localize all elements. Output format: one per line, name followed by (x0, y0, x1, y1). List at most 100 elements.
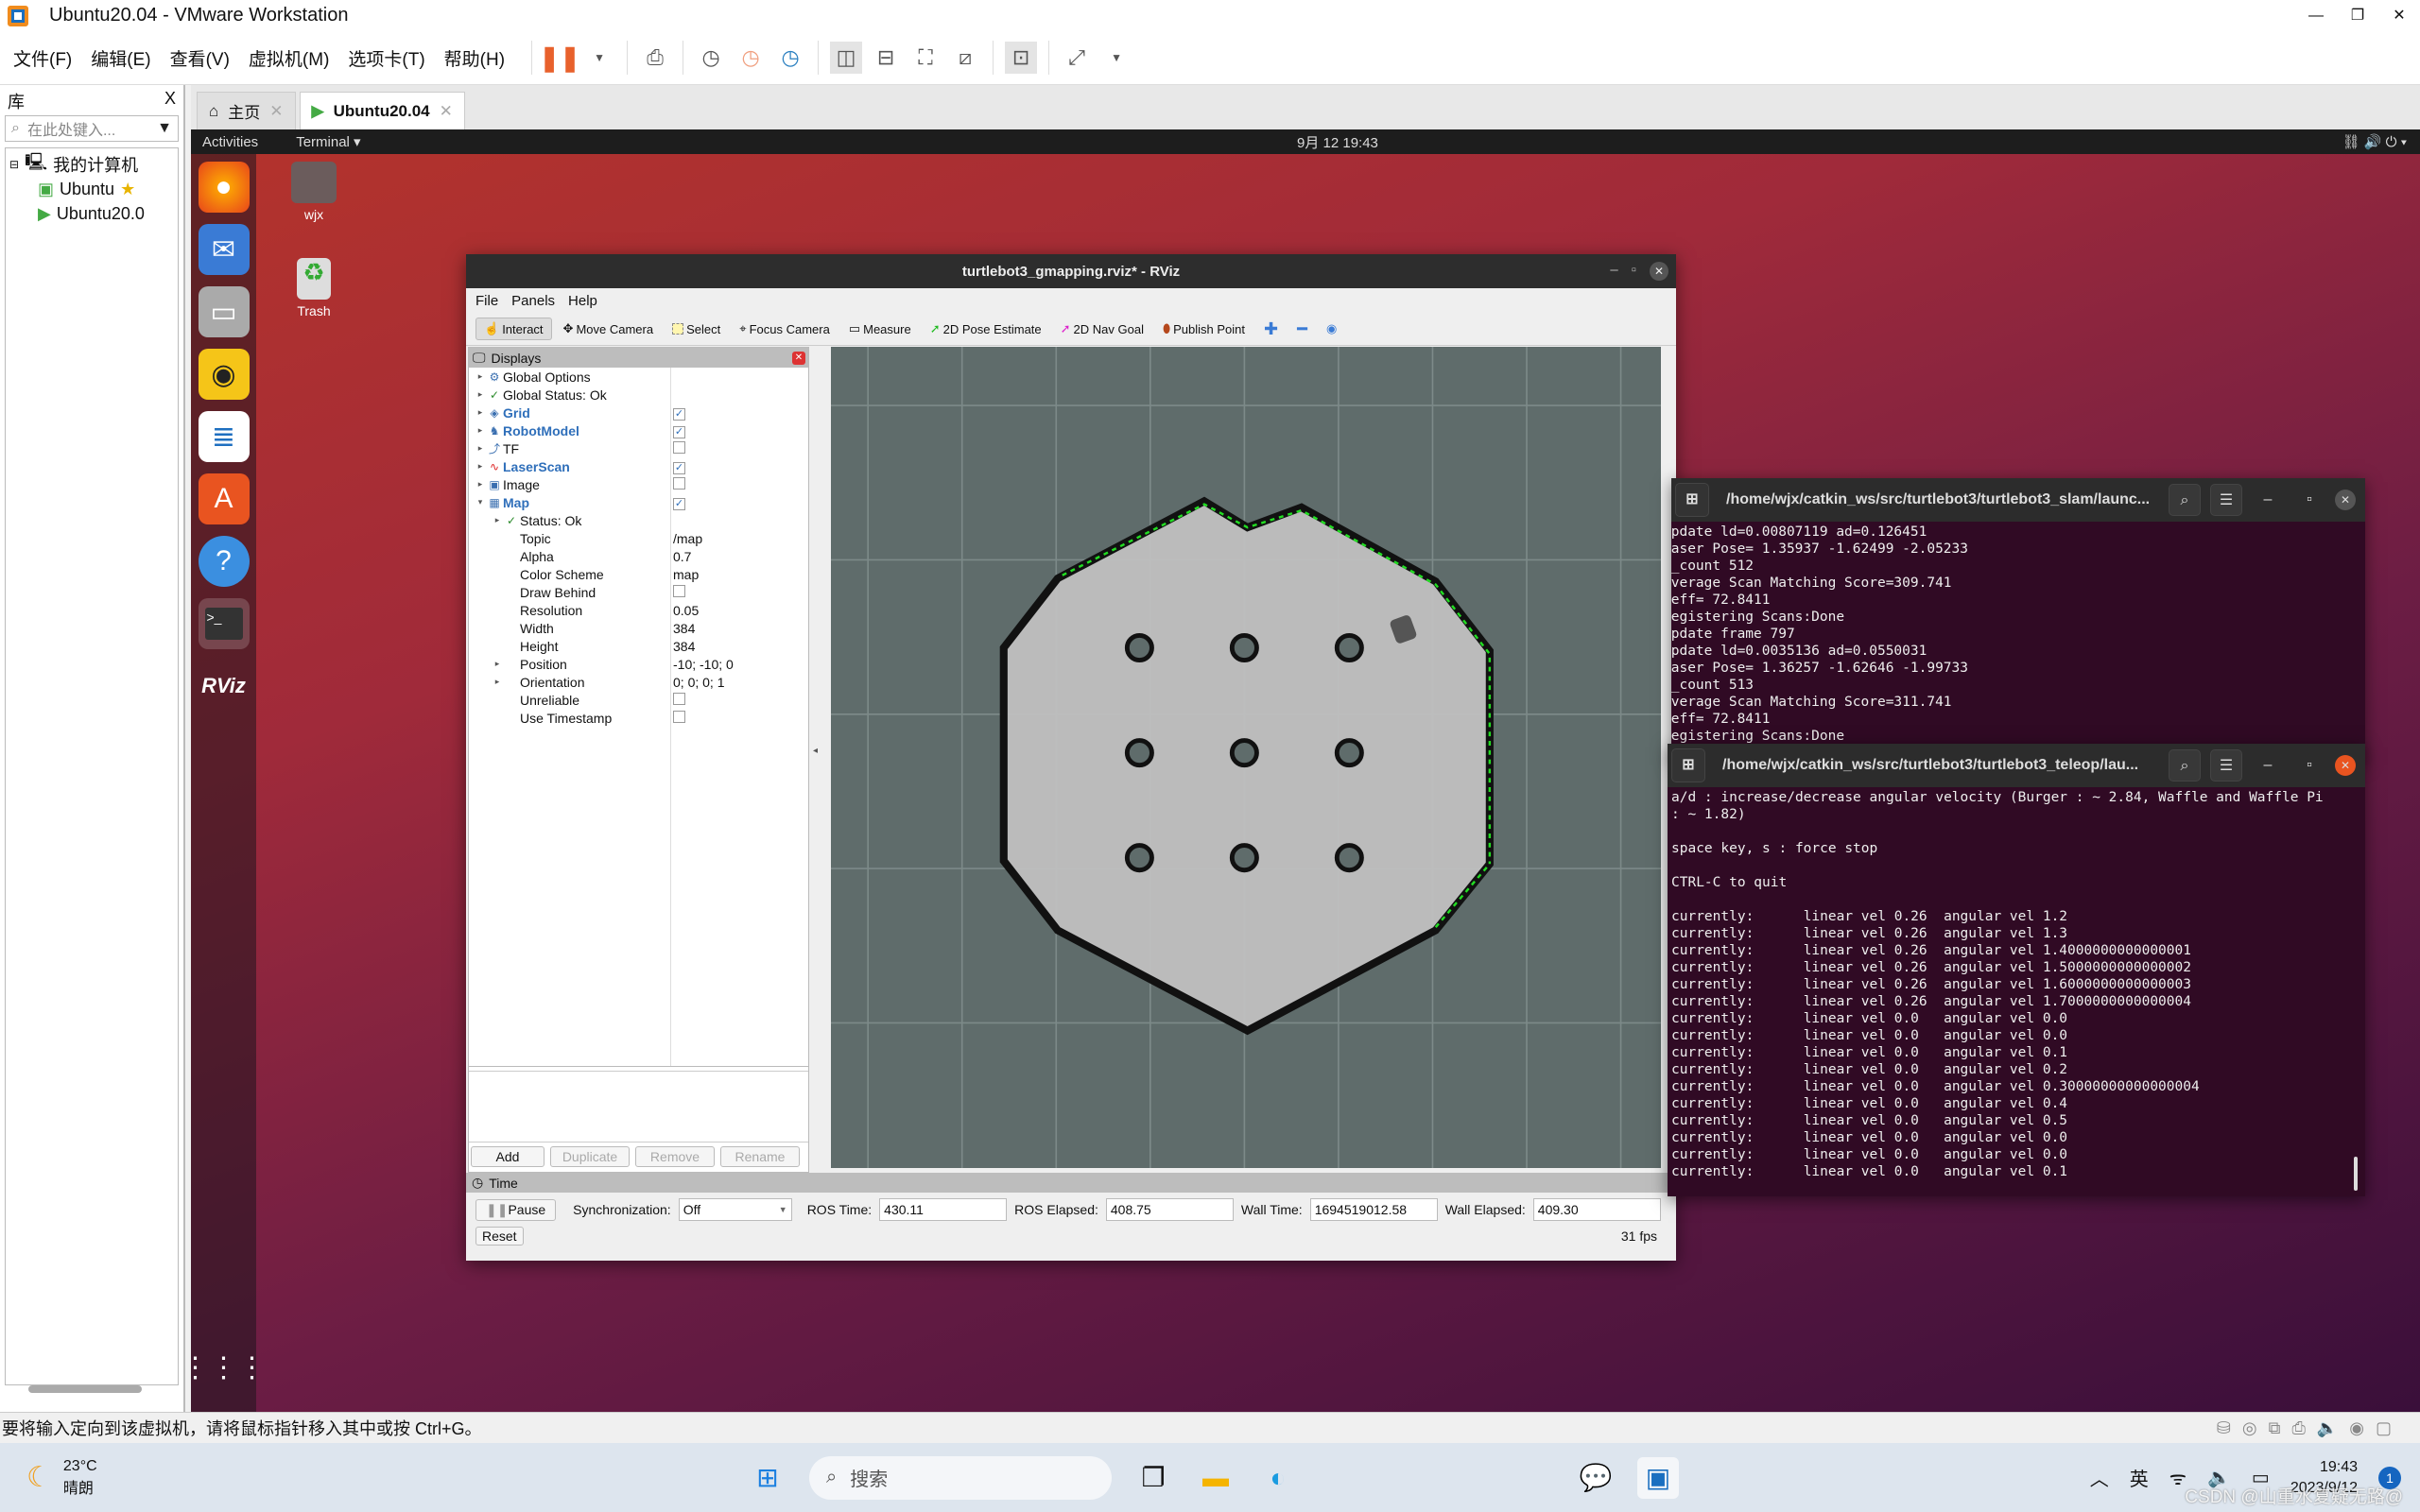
expander-icon[interactable]: ▾ (475, 497, 486, 507)
add-button[interactable]: Add (471, 1146, 544, 1167)
tree-item-ubuntu2004[interactable]: ▶ Ubuntu20.0 (9, 201, 174, 226)
display-row[interactable]: Color Scheme map (469, 565, 808, 583)
ros-elapsed-field[interactable]: 408.75 (1105, 1198, 1234, 1221)
activities-button[interactable]: Activities (202, 134, 258, 150)
display-row[interactable]: Alpha 0.7 (469, 547, 808, 565)
menu-view[interactable]: 查看(V) (170, 45, 230, 71)
terminal-icon[interactable]: >_ (198, 598, 250, 649)
pause-icon[interactable]: ❚❚ (539, 42, 580, 74)
maximize-button[interactable]: ▫ (2293, 749, 2325, 782)
firefox-icon[interactable]: ● (198, 162, 250, 213)
display-row[interactable]: ▸ Position -10; -10; 0 (469, 655, 808, 673)
display-row[interactable]: Use Timestamp (469, 709, 808, 727)
tool-move-camera[interactable]: ✥ Move Camera (556, 318, 662, 339)
close-button[interactable]: ✕ (1650, 262, 1668, 281)
snapshot-icon[interactable]: ◷ (695, 42, 727, 74)
search-icon[interactable]: ⌕ (2169, 749, 2201, 782)
display-row[interactable]: ▸ Orientation 0; 0; 0; 1 (469, 673, 808, 691)
new-tab-icon[interactable]: ⊞ (1671, 748, 1705, 782)
stretch-icon[interactable]: ⤢ (1061, 42, 1093, 74)
display-row[interactable]: ▸ ✓ Status: Ok (469, 511, 808, 529)
revert-snapshot-icon[interactable]: ◷ (735, 42, 767, 74)
terminal-slam[interactable]: ⊞ /home/wjx/catkin_ws/src/turtlebot3/turt… (1671, 478, 2365, 762)
printer-icon[interactable]: ⎙ (2291, 1418, 2305, 1438)
sound-icon[interactable]: 🔈 (2317, 1418, 2338, 1438)
panel-close-icon[interactable]: ✕ (792, 351, 805, 365)
desktop-icon-home[interactable]: wjx (276, 162, 352, 222)
checkbox[interactable]: ✓ (673, 498, 685, 510)
expander-icon[interactable]: ▸ (475, 407, 486, 418)
thumbnail-view-icon[interactable]: ⊟ (870, 42, 902, 74)
tree-item-ubuntu[interactable]: ▣ Ubuntu ★ (9, 177, 174, 201)
system-tray-icon[interactable]: ⛓ 🔊 ⏻ ▾ (2342, 133, 2407, 150)
menu-file[interactable]: 文件(F) (13, 45, 72, 71)
notes-icon[interactable]: ▢ (2376, 1418, 2392, 1438)
wall-elapsed-field[interactable]: 409.30 (1532, 1198, 1661, 1221)
tab-ubuntu2004[interactable]: ▶ Ubuntu20.04 ✕ (299, 92, 465, 129)
close-button[interactable]: ✕ (2335, 490, 2356, 510)
expander-icon[interactable]: ▸ (475, 443, 486, 454)
view-options-icon[interactable]: ◉ (1319, 318, 1344, 339)
tab-close-icon[interactable]: ✕ (269, 102, 283, 121)
taskbar-search[interactable]: ⌕ 搜索 (809, 1455, 1112, 1500)
display-row[interactable]: ▾ ▦ Map ✓ (469, 493, 808, 511)
task-view-icon[interactable]: ❐ (1132, 1457, 1174, 1499)
tool-interact[interactable]: ☝ Interact (475, 318, 552, 340)
remove-button[interactable]: Remove (635, 1146, 715, 1167)
new-tab-icon[interactable]: ⊞ (1675, 483, 1709, 517)
expander-icon[interactable]: ▸ (475, 479, 486, 490)
software-icon[interactable]: A (198, 473, 250, 524)
display-row[interactable]: Resolution 0.05 (469, 601, 808, 619)
dropdown-icon[interactable]: ▼ (1100, 42, 1132, 74)
file-explorer-icon[interactable]: ▬ (1195, 1457, 1236, 1499)
expander-icon[interactable]: ▸ (492, 515, 503, 525)
display-row[interactable]: ▸ ▣ Image (469, 475, 808, 493)
dropdown-icon[interactable]: ▼ (583, 42, 615, 74)
hard-disk-icon[interactable]: ⛁ (2217, 1418, 2231, 1438)
wifi-icon[interactable]: ᯤ (2169, 1465, 2187, 1490)
expander-icon[interactable]: ▸ (475, 371, 486, 382)
dropdown-icon[interactable]: ▼ (157, 120, 172, 137)
checkbox[interactable] (673, 710, 685, 723)
expander-icon[interactable]: ▸ (475, 425, 486, 436)
checkbox[interactable] (673, 584, 685, 597)
display-row[interactable]: ▸ ⚙ Global Options (469, 368, 808, 386)
tool-select[interactable]: Select (665, 319, 728, 339)
wechat-icon[interactable]: 💬 (1575, 1457, 1616, 1499)
menu-vm[interactable]: 虚拟机(M) (249, 45, 329, 71)
menu-help[interactable]: 帮助(H) (444, 45, 505, 71)
rviz-icon[interactable]: RViz (199, 661, 250, 712)
console-icon[interactable]: ⊡ (1005, 42, 1038, 74)
menu-edit[interactable]: 编辑(E) (91, 45, 150, 71)
minimize-button[interactable]: — (2295, 0, 2337, 31)
ros-time-field[interactable]: 430.11 (879, 1198, 1008, 1221)
library-view-icon[interactable]: ◫ (830, 42, 863, 74)
display-row[interactable]: Height 384 (469, 637, 808, 655)
tab-close-icon[interactable]: ✕ (440, 102, 453, 121)
display-row[interactable]: Unreliable (469, 691, 808, 709)
add-tool-icon[interactable]: ✚ (1256, 317, 1286, 342)
menu-file[interactable]: File (475, 293, 498, 309)
rhythmbox-icon[interactable]: ◉ (198, 349, 250, 400)
checkbox[interactable] (673, 476, 685, 490)
menu-panels[interactable]: Panels (511, 293, 555, 309)
expander-icon[interactable]: ▸ (475, 461, 486, 472)
tool-2d-pose-estimate[interactable]: ➚ 2D Pose Estimate (923, 318, 1049, 339)
tree-item-my-computer[interactable]: ⊟ 🖳 我的计算机 (9, 152, 174, 177)
minimize-button[interactable]: – (2252, 484, 2284, 516)
cd-icon[interactable]: ◎ (2242, 1418, 2257, 1438)
checkbox[interactable]: ✓ (673, 462, 685, 474)
display-row[interactable]: ▸ ♞ RobotModel ✓ (469, 421, 808, 439)
hamburger-menu-icon[interactable]: ☰ (2210, 484, 2242, 516)
maximize-button[interactable]: ▫ (1632, 262, 1636, 281)
windows-start-icon[interactable]: ⊞ (747, 1457, 788, 1499)
desktop-icon-trash[interactable]: ♻ Trash (276, 258, 352, 318)
menu-help[interactable]: Help (568, 293, 597, 309)
restore-button[interactable]: ❐ (2337, 0, 2378, 31)
help-icon[interactable]: ? (198, 536, 250, 587)
thunderbird-icon[interactable]: ✉ (198, 224, 250, 275)
3d-view[interactable] (831, 347, 1661, 1168)
minimize-button[interactable]: – (2252, 749, 2284, 782)
checkbox[interactable] (673, 440, 685, 454)
display-row[interactable]: ▸ ✓ Global Status: Ok (469, 386, 808, 404)
